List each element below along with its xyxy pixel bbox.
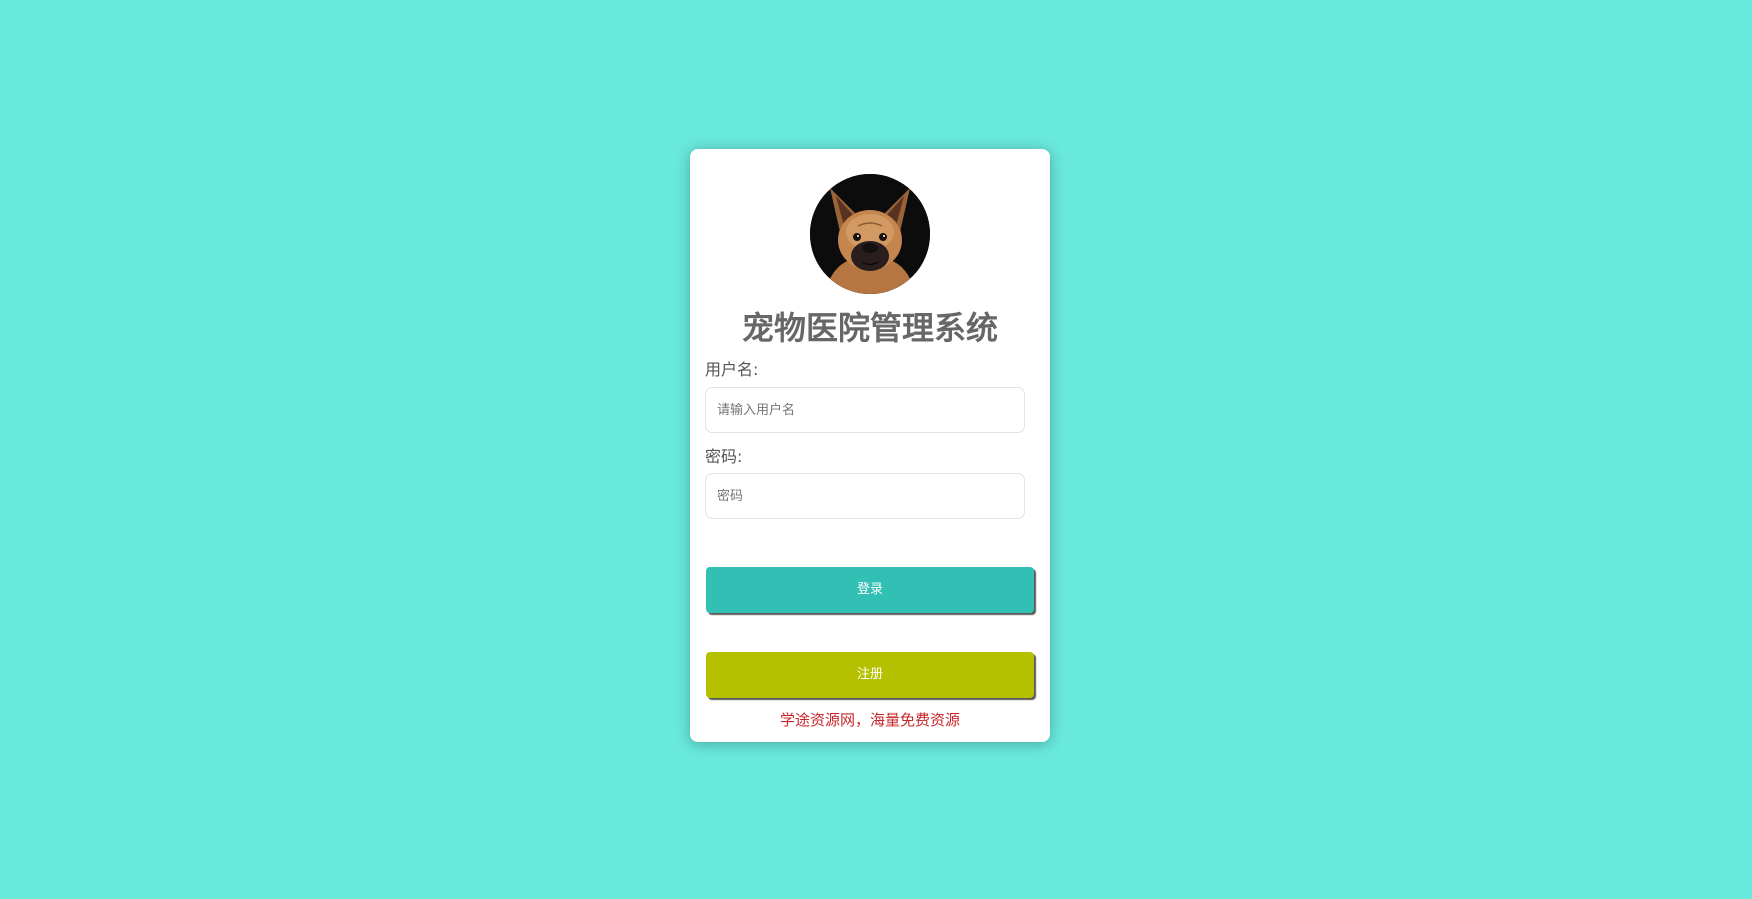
footer-note: 学途资源网，海量免费资源	[779, 711, 960, 729]
username-label: 用户名:	[705, 360, 759, 379]
avatar	[810, 174, 930, 294]
password-label: 密码:	[705, 447, 743, 466]
french-bulldog-icon	[810, 174, 930, 294]
register-button[interactable]: 注册	[706, 652, 1034, 698]
page-title: 宠物医院管理系统	[741, 309, 998, 347]
username-input[interactable]	[705, 387, 1025, 433]
login-button[interactable]: 登录	[706, 567, 1034, 613]
password-input[interactable]	[705, 473, 1025, 519]
login-card: 宠物医院管理系统 用户名: 密码: 登录 注册 学途资源网，海量免费资源	[690, 149, 1050, 742]
